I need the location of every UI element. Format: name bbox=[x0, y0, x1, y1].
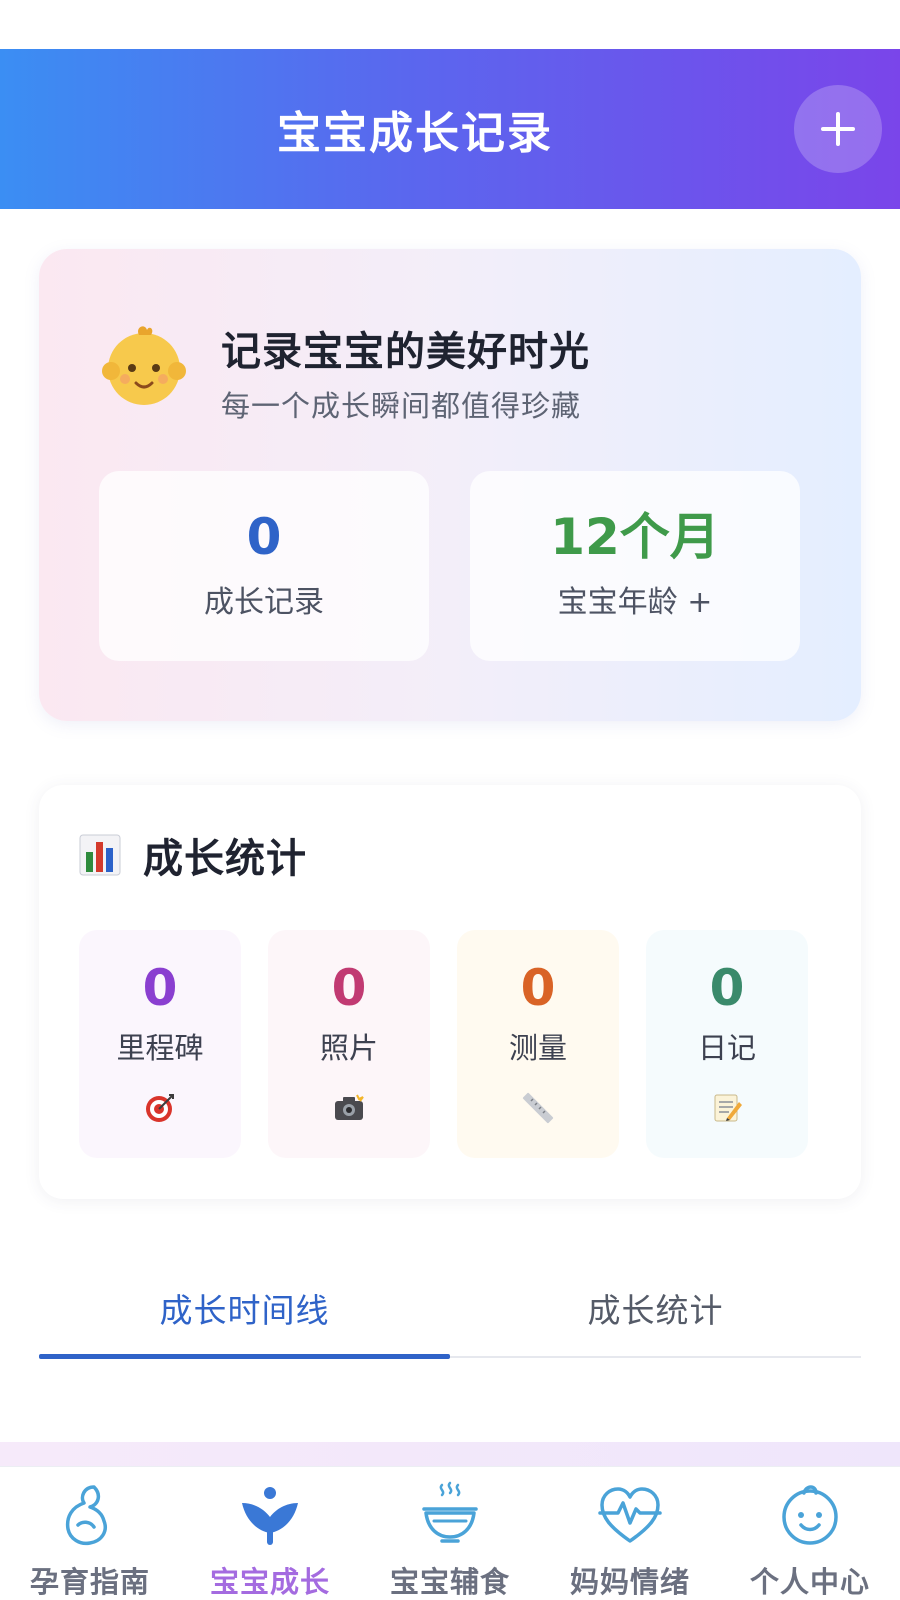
hero-subtitle: 每一个成长瞬间都值得珍藏 bbox=[221, 389, 582, 423]
diary-tile[interactable]: 0 日记 bbox=[646, 930, 808, 1158]
pregnancy-icon bbox=[65, 1485, 107, 1546]
growth-stats-header: 成长统计 bbox=[79, 825, 307, 885]
growth-records-stat[interactable]: 0 成长记录 bbox=[99, 471, 429, 661]
milestones-tile[interactable]: 0 里程碑 bbox=[79, 930, 241, 1158]
page-title: 宝宝成长记录 bbox=[277, 108, 553, 159]
milestones-count: 0 bbox=[142, 959, 178, 1017]
growth-records-count: 0 bbox=[246, 508, 282, 566]
nav-item-mom-mood[interactable]: 妈妈情绪 bbox=[540, 1467, 720, 1600]
nav-item-pregnancy-guide[interactable]: 孕育指南 bbox=[0, 1467, 180, 1600]
nav-item-baby-food[interactable]: 宝宝辅食 bbox=[360, 1467, 540, 1600]
baby-age-stat[interactable]: 12个月 宝宝年龄 + bbox=[470, 471, 800, 661]
baby-age-value: 12个月 bbox=[550, 508, 720, 566]
bottom-navigation: 孕育指南 宝宝成长 宝宝辅食 妈妈情绪 个人中心 bbox=[0, 1466, 900, 1600]
heartbeat-icon bbox=[598, 1487, 662, 1543]
target-icon bbox=[146, 1094, 174, 1122]
nav-label-profile: 个人中心 bbox=[749, 1565, 870, 1599]
photos-count: 0 bbox=[331, 959, 367, 1017]
nav-item-baby-growth[interactable]: 宝宝成长 bbox=[180, 1467, 360, 1600]
measurements-tile[interactable]: 0 测量 bbox=[457, 930, 619, 1158]
bar-chart-icon bbox=[79, 834, 121, 876]
diary-label: 日记 bbox=[697, 1031, 756, 1065]
growth-stats-title: 成长统计 bbox=[143, 836, 307, 882]
measurements-label: 测量 bbox=[508, 1031, 567, 1065]
food-bowl-icon bbox=[422, 1481, 478, 1543]
nav-item-profile[interactable]: 个人中心 bbox=[720, 1467, 900, 1600]
content-tabs: 成长时间线 成长统计 bbox=[39, 1262, 861, 1359]
measurements-count: 0 bbox=[520, 959, 556, 1017]
growth-stats-card: 成长统计 0 里程碑 0 照片 0 测量 0 日记 bbox=[39, 785, 861, 1199]
ruler-icon bbox=[522, 1092, 554, 1124]
hero-title: 记录宝宝的美好时光 bbox=[221, 329, 590, 375]
active-tab-indicator bbox=[39, 1354, 450, 1359]
nav-label-pregnancy-guide: 孕育指南 bbox=[29, 1565, 150, 1599]
camera-icon bbox=[335, 1094, 364, 1120]
baby-face-icon bbox=[102, 326, 186, 405]
nav-label-baby-growth: 宝宝成长 bbox=[209, 1565, 330, 1599]
app-header: 宝宝成长记录 bbox=[0, 49, 900, 209]
photos-tile[interactable]: 0 照片 bbox=[268, 930, 430, 1158]
milestones-label: 里程碑 bbox=[116, 1031, 204, 1065]
add-record-button[interactable] bbox=[794, 85, 882, 173]
plus-icon bbox=[821, 112, 855, 146]
memo-icon bbox=[714, 1094, 742, 1122]
baby-age-label: 宝宝年龄 + bbox=[557, 585, 713, 620]
nav-label-baby-food: 宝宝辅食 bbox=[389, 1565, 510, 1599]
sprout-icon bbox=[242, 1487, 298, 1545]
content-edge bbox=[0, 1442, 900, 1468]
tab-growth-timeline[interactable]: 成长时间线 bbox=[39, 1262, 450, 1358]
nav-label-mom-mood: 妈妈情绪 bbox=[569, 1565, 690, 1599]
child-face-icon bbox=[782, 1485, 838, 1545]
growth-records-label: 成长记录 bbox=[204, 585, 324, 620]
diary-count: 0 bbox=[709, 959, 745, 1017]
tab-growth-stats[interactable]: 成长统计 bbox=[450, 1262, 861, 1358]
hero-card: 记录宝宝的美好时光 每一个成长瞬间都值得珍藏 0 成长记录 12个月 宝宝年龄 … bbox=[39, 249, 861, 721]
photos-label: 照片 bbox=[319, 1031, 378, 1065]
